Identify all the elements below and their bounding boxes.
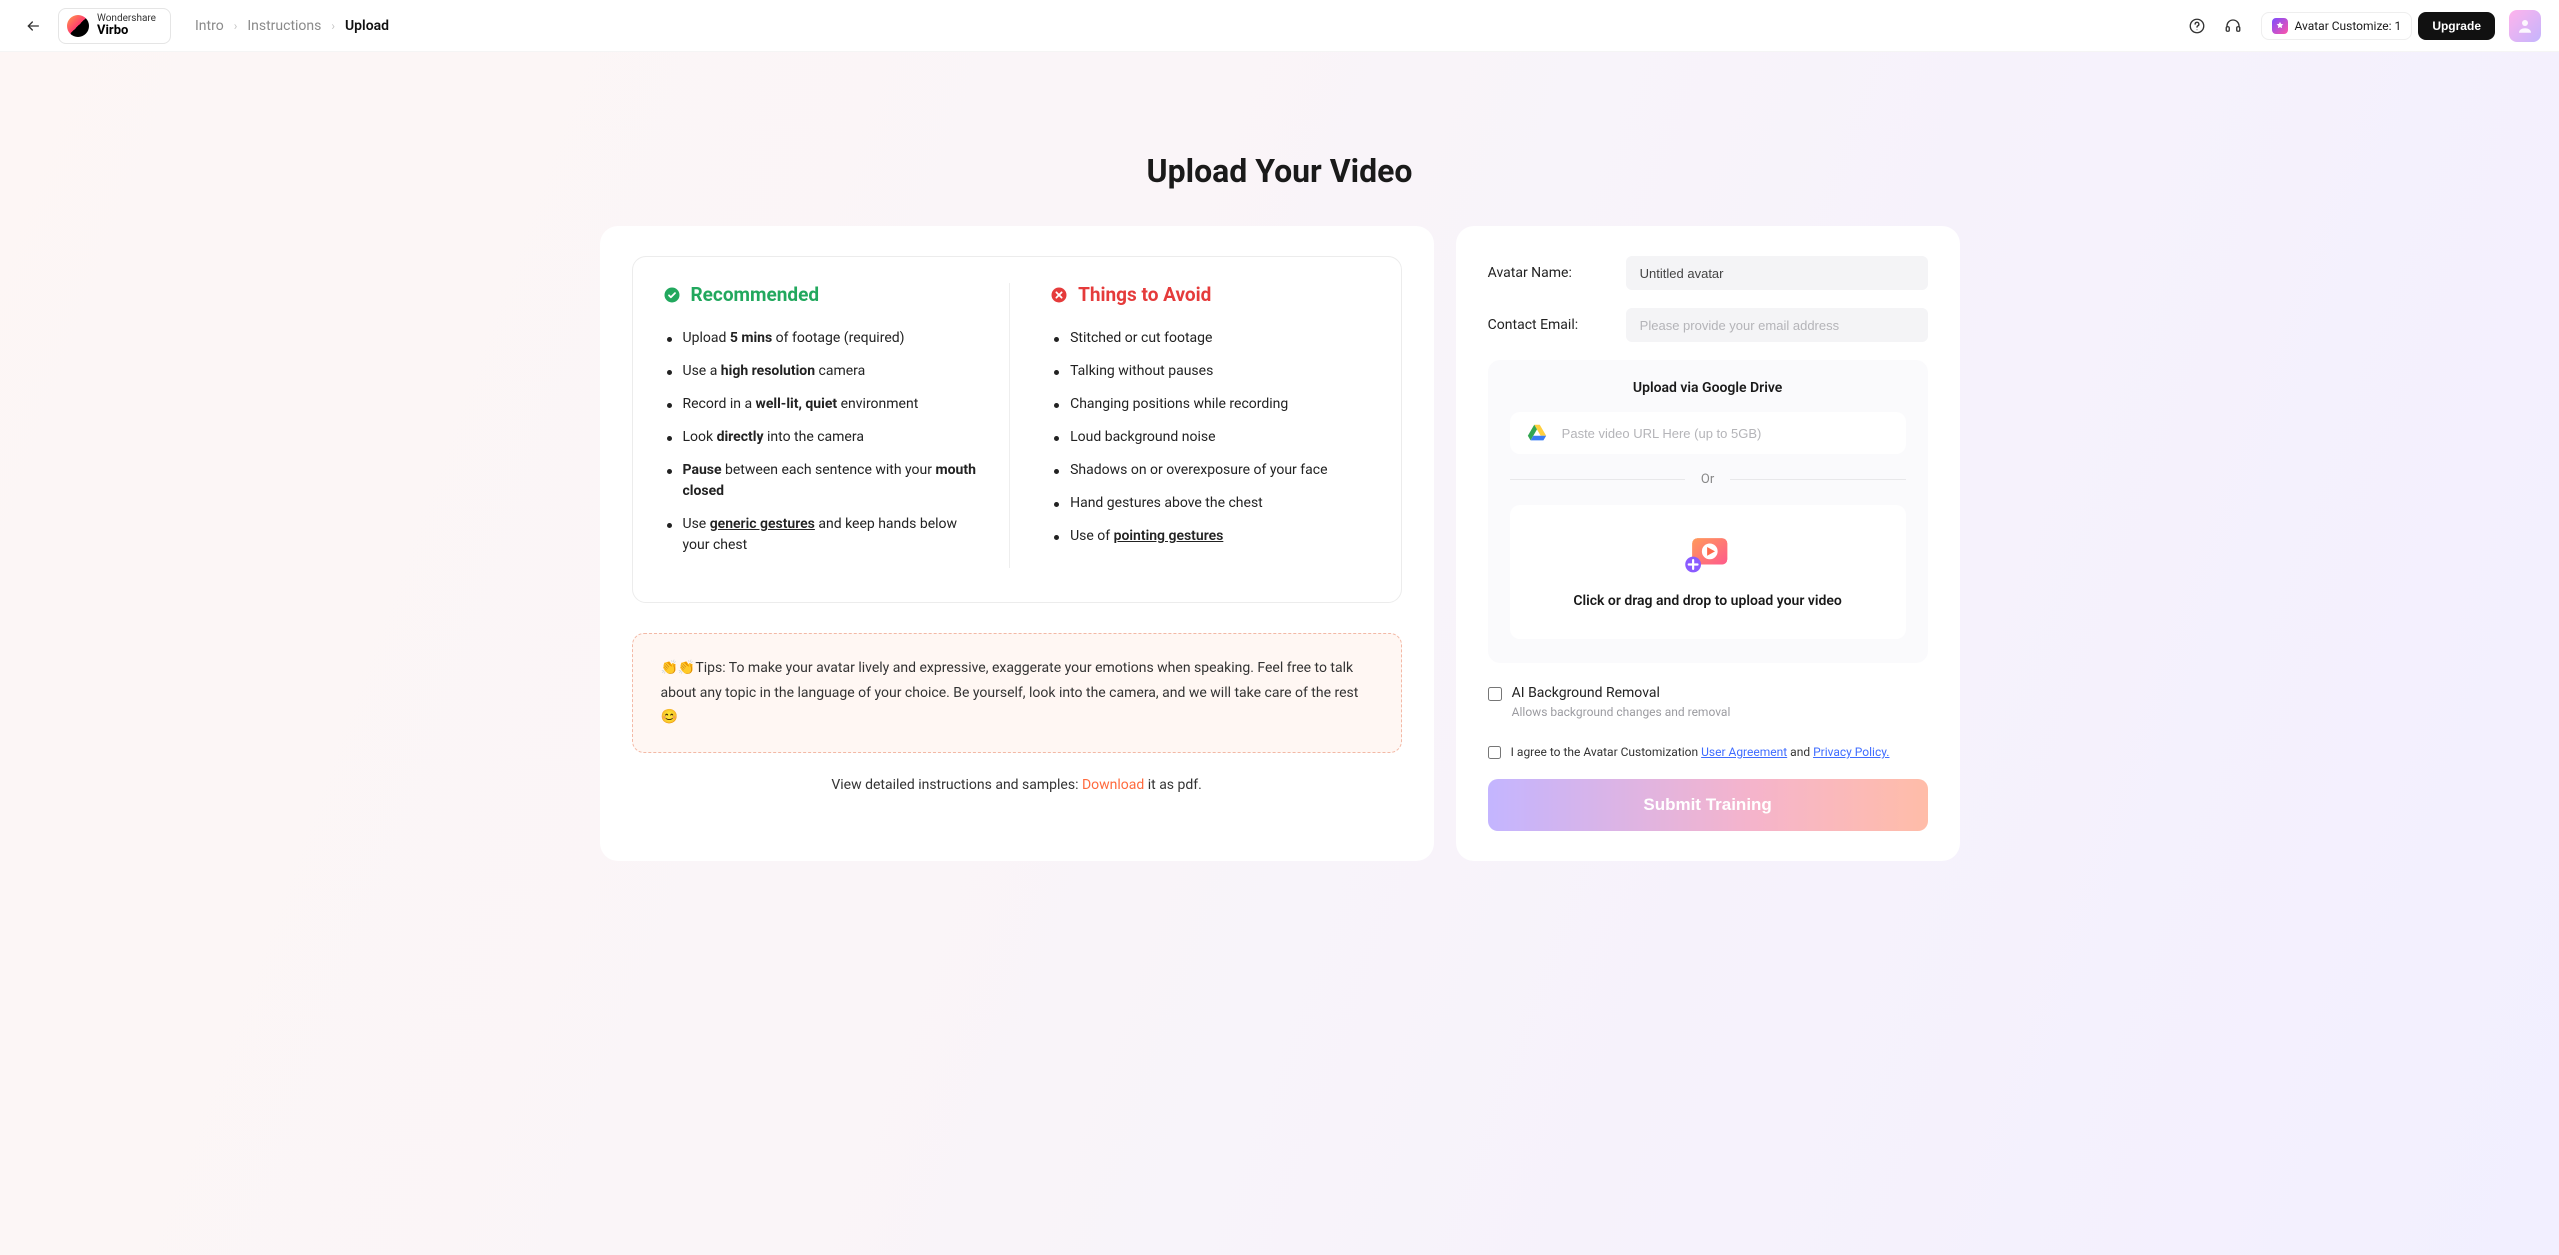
download-line: View detailed instructions and samples: … — [632, 777, 1402, 793]
virbo-logo-icon — [67, 15, 89, 37]
form-card: Avatar Name: Contact Email: Upload via G… — [1456, 226, 1960, 861]
list-item: Hand gestures above the chest — [1050, 493, 1371, 514]
recommended-heading: Recommended — [663, 283, 984, 306]
avoid-list: Stitched or cut footage Talking without … — [1050, 328, 1371, 547]
download-suffix: it as pdf. — [1144, 777, 1202, 793]
page: Upload Your Video Recommended Upload 5 m… — [560, 52, 2000, 901]
upgrade-button[interactable]: Upgrade — [2418, 12, 2495, 40]
or-separator: Or — [1510, 472, 1906, 487]
checkmark-circle-icon — [663, 286, 681, 304]
support-headset-button[interactable] — [2219, 12, 2247, 40]
agree-row: I agree to the Avatar Customization User… — [1488, 745, 1928, 759]
agree-mid: and — [1787, 745, 1813, 759]
crumb-intro[interactable]: Intro — [195, 18, 224, 34]
upload-card: Upload via Google Drive Or — [1488, 360, 1928, 663]
guidelines-card: Recommended Upload 5 mins of footage (re… — [600, 226, 1434, 861]
chevron-right-icon: › — [234, 19, 238, 33]
list-item: Upload 5 mins of footage (required) — [663, 328, 984, 349]
page-title: Upload Your Video — [600, 152, 1960, 190]
help-button[interactable] — [2183, 12, 2211, 40]
bg-removal-row: AI Background Removal Allows background … — [1488, 685, 1928, 719]
crumb-instructions[interactable]: Instructions — [247, 18, 321, 34]
recommended-list: Upload 5 mins of footage (required) Use … — [663, 328, 984, 556]
list-item: Use of pointing gestures — [1050, 526, 1371, 547]
list-item: Use generic gestures and keep hands belo… — [663, 514, 984, 556]
dropzone-label: Click or drag and drop to upload your vi… — [1573, 593, 1842, 609]
privacy-policy-link[interactable]: Privacy Policy. — [1813, 745, 1889, 759]
list-item: Use a high resolution camera — [663, 361, 984, 382]
bg-removal-label[interactable]: AI Background Removal — [1512, 685, 1731, 701]
list-item: Shadows on or overexposure of your face — [1050, 460, 1371, 481]
app-header: Wondershare Virbo Intro › Instructions ›… — [0, 0, 2559, 52]
avatar-name-row: Avatar Name: — [1488, 256, 1928, 290]
list-item: Pause between each sentence with your mo… — [663, 460, 984, 502]
avoid-col: Things to Avoid Stitched or cut footage … — [1010, 283, 1371, 568]
avatar-customize-pill[interactable]: Avatar Customize: 1 — [2261, 12, 2412, 40]
download-prefix: View detailed instructions and samples: — [831, 777, 1082, 793]
list-item: Talking without pauses — [1050, 361, 1371, 382]
avatar-customize-icon — [2272, 18, 2288, 34]
avoid-heading-text: Things to Avoid — [1078, 283, 1211, 306]
list-item: Loud background noise — [1050, 427, 1371, 448]
contact-email-row: Contact Email: — [1488, 308, 1928, 342]
gdrive-url-input[interactable] — [1562, 426, 1890, 441]
recommended-heading-text: Recommended — [691, 283, 820, 306]
submit-training-button[interactable]: Submit Training — [1488, 779, 1928, 831]
contact-email-label: Contact Email: — [1488, 317, 1608, 333]
avatar-name-input[interactable] — [1626, 256, 1928, 290]
user-avatar[interactable] — [2509, 10, 2541, 42]
download-pdf-link[interactable]: Download — [1082, 777, 1144, 793]
brand-bottom: Virbo — [97, 24, 156, 37]
agree-text: I agree to the Avatar Customization User… — [1511, 745, 1890, 759]
crumb-upload: Upload — [345, 18, 389, 34]
breadcrumb: Intro › Instructions › Upload — [195, 18, 389, 34]
tips-box: 👏👏Tips: To make your avatar lively and e… — [632, 633, 1402, 753]
agree-prefix: I agree to the Avatar Customization — [1511, 745, 1701, 759]
bg-removal-sub: Allows background changes and removal — [1512, 705, 1731, 719]
avoid-heading: Things to Avoid — [1050, 283, 1371, 306]
list-item: Stitched or cut footage — [1050, 328, 1371, 349]
upload-subtitle: Upload via Google Drive — [1510, 380, 1906, 396]
guidelines-box: Recommended Upload 5 mins of footage (re… — [632, 256, 1402, 603]
back-button[interactable] — [18, 11, 48, 41]
avatar-customize-label: Avatar Customize: 1 — [2294, 19, 2401, 33]
gdrive-row — [1510, 412, 1906, 454]
google-drive-icon — [1526, 422, 1548, 444]
avatar-name-label: Avatar Name: — [1488, 265, 1608, 281]
columns: Recommended Upload 5 mins of footage (re… — [600, 226, 1960, 861]
list-item: Record in a well-lit, quiet environment — [663, 394, 984, 415]
list-item: Look directly into the camera — [663, 427, 984, 448]
user-agreement-link[interactable]: User Agreement — [1701, 745, 1787, 759]
agree-checkbox[interactable] — [1488, 746, 1501, 759]
list-item: Changing positions while recording — [1050, 394, 1371, 415]
brand-text: Wondershare Virbo — [97, 14, 156, 37]
x-circle-icon — [1050, 286, 1068, 304]
recommended-col: Recommended Upload 5 mins of footage (re… — [663, 283, 1011, 568]
chevron-right-icon: › — [331, 19, 335, 33]
brand-logo[interactable]: Wondershare Virbo — [58, 8, 171, 44]
or-label: Or — [1701, 472, 1714, 487]
video-dropzone[interactable]: Click or drag and drop to upload your vi… — [1510, 505, 1906, 639]
contact-email-input[interactable] — [1626, 308, 1928, 342]
video-upload-icon — [1680, 531, 1736, 577]
bg-removal-checkbox[interactable] — [1488, 687, 1502, 701]
